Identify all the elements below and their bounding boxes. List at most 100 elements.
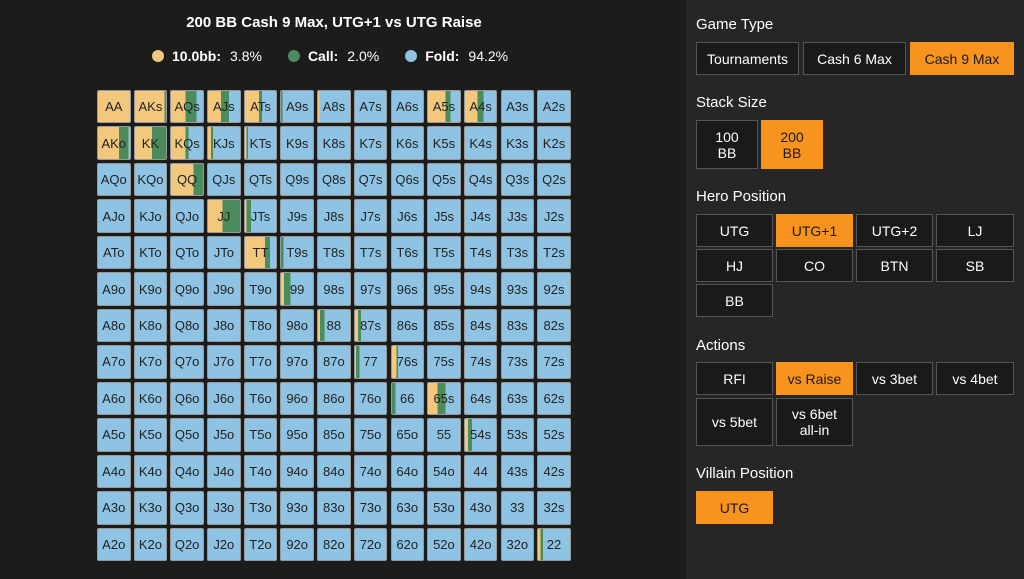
hand-cell-k4o[interactable]: K4o <box>133 454 168 489</box>
hero-position-option-hj[interactable]: HJ <box>696 249 773 282</box>
hand-cell-97s[interactable]: 97s <box>353 272 388 306</box>
hand-cell-q5s[interactable]: Q5s <box>427 162 461 197</box>
hero-position-option-lj[interactable]: LJ <box>936 214 1014 247</box>
hand-cell-92o[interactable]: 92o <box>280 527 314 561</box>
hand-cell-kts[interactable]: KTs <box>243 126 278 160</box>
hand-cell-98o[interactable]: 98o <box>280 308 314 343</box>
hand-cell-84s[interactable]: 84s <box>463 308 498 343</box>
hand-cell-tt[interactable]: TT <box>243 235 278 270</box>
hand-cell-j5s[interactable]: J5s <box>427 199 461 233</box>
hand-cell-77[interactable]: 77 <box>353 345 388 379</box>
hand-cell-q3s[interactable]: Q3s <box>500 162 535 197</box>
actions-option-vs-5bet[interactable]: vs 5bet <box>696 398 773 446</box>
hand-cell-a6s[interactable]: A6s <box>390 90 424 124</box>
hand-cell-j4o[interactable]: J4o <box>207 454 241 489</box>
hand-cell-kqo[interactable]: KQo <box>133 162 168 197</box>
hand-cell-j6s[interactable]: J6s <box>390 199 424 233</box>
hand-cell-q9o[interactable]: Q9o <box>170 272 204 306</box>
hand-cell-jto[interactable]: JTo <box>207 235 241 270</box>
hero-position-option-btn[interactable]: BTN <box>856 249 933 282</box>
hand-cell-k2s[interactable]: K2s <box>537 126 571 160</box>
actions-option-vs-3bet[interactable]: vs 3bet <box>856 362 933 395</box>
hand-cell-a3s[interactable]: A3s <box>500 90 535 124</box>
hand-cell-65s[interactable]: 65s <box>427 381 461 416</box>
hand-cell-q9s[interactable]: Q9s <box>280 162 314 197</box>
hand-cell-87o[interactable]: 87o <box>317 345 351 379</box>
hand-cell-jts[interactable]: JTs <box>243 199 278 233</box>
hand-cell-q8s[interactable]: Q8s <box>317 162 351 197</box>
hand-cell-53o[interactable]: 53o <box>427 491 461 525</box>
hand-cell-64s[interactable]: 64s <box>463 381 498 416</box>
hand-cell-33[interactable]: 33 <box>500 491 535 525</box>
hand-cell-85s[interactable]: 85s <box>427 308 461 343</box>
hand-cell-a7s[interactable]: A7s <box>353 90 388 124</box>
hand-cell-a5o[interactable]: A5o <box>97 418 131 452</box>
hand-cell-ato[interactable]: ATo <box>97 235 131 270</box>
hand-cell-j9s[interactable]: J9s <box>280 199 314 233</box>
hand-cell-q4o[interactable]: Q4o <box>170 454 204 489</box>
hand-cell-k5o[interactable]: K5o <box>133 418 168 452</box>
hand-cell-k6o[interactable]: K6o <box>133 381 168 416</box>
hand-cell-ats[interactable]: ATs <box>243 90 278 124</box>
hand-cell-74s[interactable]: 74s <box>463 345 498 379</box>
hand-cell-74o[interactable]: 74o <box>353 454 388 489</box>
hand-cell-83s[interactable]: 83s <box>500 308 535 343</box>
hand-cell-t4o[interactable]: T4o <box>243 454 278 489</box>
hand-cell-t4s[interactable]: T4s <box>463 235 498 270</box>
hero-position-option-utg[interactable]: UTG <box>696 214 773 247</box>
hand-cell-97o[interactable]: 97o <box>280 345 314 379</box>
hand-cell-76o[interactable]: 76o <box>353 381 388 416</box>
hand-cell-kk[interactable]: KK <box>133 126 168 160</box>
hand-cell-52o[interactable]: 52o <box>427 527 461 561</box>
hand-cell-92s[interactable]: 92s <box>537 272 571 306</box>
hand-cell-t6s[interactable]: T6s <box>390 235 424 270</box>
hand-cell-73s[interactable]: 73s <box>500 345 535 379</box>
hand-cell-aqs[interactable]: AQs <box>170 90 204 124</box>
hand-cell-j7s[interactable]: J7s <box>353 199 388 233</box>
hand-cell-ajs[interactable]: AJs <box>207 90 241 124</box>
hero-position-option-sb[interactable]: SB <box>936 249 1014 282</box>
hand-cell-95s[interactable]: 95s <box>427 272 461 306</box>
hand-cell-52s[interactable]: 52s <box>537 418 571 452</box>
hand-cell-a8s[interactable]: A8s <box>317 90 351 124</box>
hand-cell-84o[interactable]: 84o <box>317 454 351 489</box>
hand-cell-76s[interactable]: 76s <box>390 345 424 379</box>
game-type-option-cash-6-max[interactable]: Cash 6 Max <box>803 42 906 75</box>
hand-cell-q7o[interactable]: Q7o <box>170 345 204 379</box>
hand-cell-t5s[interactable]: T5s <box>427 235 461 270</box>
hand-cell-k3s[interactable]: K3s <box>500 126 535 160</box>
hand-cell-kqs[interactable]: KQs <box>170 126 204 160</box>
hand-cell-aa[interactable]: AA <box>97 90 131 124</box>
hand-cell-a7o[interactable]: A7o <box>97 345 131 379</box>
hand-cell-32o[interactable]: 32o <box>500 527 535 561</box>
hand-cell-jj[interactable]: JJ <box>207 199 241 233</box>
hand-cell-22[interactable]: 22 <box>537 527 571 561</box>
hand-cell-86o[interactable]: 86o <box>317 381 351 416</box>
hand-cell-t5o[interactable]: T5o <box>243 418 278 452</box>
hand-cell-q2o[interactable]: Q2o <box>170 527 204 561</box>
game-type-option-cash-9-max[interactable]: Cash 9 Max <box>910 42 1014 75</box>
hand-cell-a8o[interactable]: A8o <box>97 308 131 343</box>
hand-cell-a2s[interactable]: A2s <box>537 90 571 124</box>
hand-cell-a4o[interactable]: A4o <box>97 454 131 489</box>
hand-cell-54s[interactable]: 54s <box>463 418 498 452</box>
game-type-option-tournaments[interactable]: Tournaments <box>696 42 799 75</box>
hand-cell-t3s[interactable]: T3s <box>500 235 535 270</box>
villain-position-option-utg[interactable]: UTG <box>696 491 773 524</box>
hand-cell-j7o[interactable]: J7o <box>207 345 241 379</box>
hand-cell-a3o[interactable]: A3o <box>97 491 131 525</box>
hand-cell-k7o[interactable]: K7o <box>133 345 168 379</box>
hand-cell-q6o[interactable]: Q6o <box>170 381 204 416</box>
hand-cell-82s[interactable]: 82s <box>537 308 571 343</box>
hand-cell-j5o[interactable]: J5o <box>207 418 241 452</box>
hand-cell-j3o[interactable]: J3o <box>207 491 241 525</box>
hand-cell-kjs[interactable]: KJs <box>207 126 241 160</box>
hero-position-option-utgplus1[interactable]: UTG+1 <box>776 214 853 247</box>
hand-cell-72s[interactable]: 72s <box>537 345 571 379</box>
hand-cell-q2s[interactable]: Q2s <box>537 162 571 197</box>
hand-cell-a9s[interactable]: A9s <box>280 90 314 124</box>
hero-position-option-utgplus2[interactable]: UTG+2 <box>856 214 933 247</box>
hand-cell-a4s[interactable]: A4s <box>463 90 498 124</box>
hand-cell-96o[interactable]: 96o <box>280 381 314 416</box>
hand-cell-87s[interactable]: 87s <box>353 308 388 343</box>
